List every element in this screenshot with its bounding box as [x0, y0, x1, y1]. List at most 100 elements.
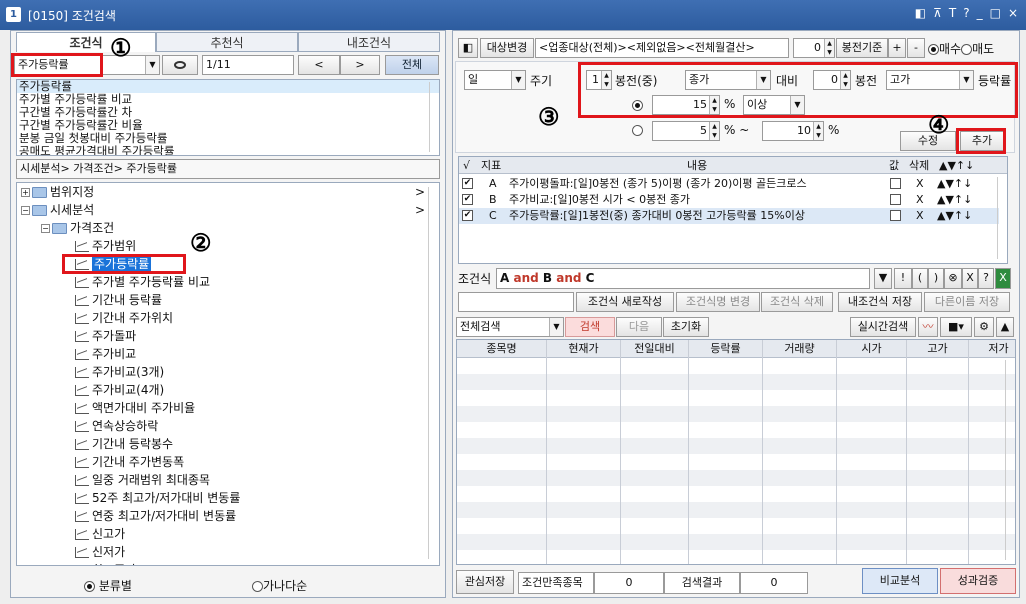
delete-formula-button[interactable]: 조건식 삭제 — [761, 292, 833, 312]
bong-base-stepper[interactable]: 0 ▲ ▼ — [793, 38, 835, 58]
search-button[interactable] — [162, 55, 198, 75]
row-delete[interactable]: X — [916, 192, 924, 208]
radio-icon[interactable] — [961, 44, 973, 55]
results-scrollbar[interactable] — [1005, 360, 1013, 560]
column-header[interactable]: 거래량 — [763, 340, 837, 358]
formula-row[interactable]: ✔ A 주가이평돌파:[일]0봉전 (종가 5)이평 (종가 20)이평 골든크로스… — [459, 176, 999, 192]
tree-item[interactable]: 주가돌파 — [75, 328, 136, 345]
radio-icon[interactable] — [928, 44, 939, 55]
row-order-controls[interactable]: ▲▼↑↓ — [937, 192, 972, 208]
radio-icon[interactable] — [632, 124, 643, 136]
tree-item[interactable]: 최고종가 — [75, 562, 136, 565]
tree-item[interactable]: 주가비교 — [75, 346, 136, 363]
save-my-formula-button[interactable]: 내조건식 저장 — [838, 292, 922, 312]
verify-button[interactable]: 성과검증 — [940, 568, 1016, 594]
help-icon[interactable]: ? — [963, 6, 969, 20]
new-formula-button[interactable]: 조건식 새로작성 — [576, 292, 674, 312]
target-icon[interactable]: ◧ — [458, 38, 478, 58]
column-header[interactable]: 현재가 — [547, 340, 621, 358]
row-delete[interactable]: X — [916, 208, 924, 224]
tree-item[interactable]: 일중 거래범위 최대종목 — [75, 472, 210, 489]
value-checkbox[interactable] — [890, 194, 901, 205]
expr-help-button[interactable]: ? — [978, 268, 994, 289]
column-header[interactable]: 시가 — [837, 340, 907, 358]
collapse-icon[interactable]: ▲ — [996, 317, 1014, 337]
row-checkbox[interactable]: ✔ — [462, 210, 473, 221]
sort-by-alpha[interactable]: 가나다순 — [252, 577, 307, 594]
compare-button[interactable]: 비교분석 — [862, 568, 938, 594]
spin-icon[interactable]: ▲ ▼ — [709, 122, 719, 140]
pin-icon[interactable]: ⊼ — [933, 6, 942, 20]
list-scrollbar[interactable] — [429, 82, 437, 152]
realtime-search-button[interactable]: 실시간검색 — [850, 317, 916, 337]
expr-xor-button[interactable]: ⊗ — [944, 268, 962, 289]
plus-button[interactable]: + — [888, 38, 906, 58]
formula-scrollbar[interactable] — [997, 177, 1005, 259]
minus-button[interactable]: - — [907, 38, 925, 58]
row-checkbox[interactable]: ✔ — [462, 194, 473, 205]
tree-item[interactable]: 주가별 주가등락률 비교 — [75, 274, 210, 291]
list-item[interactable]: 공매도 평균가격대비 주가등락률 — [17, 145, 439, 156]
tree-item[interactable]: 신고가 — [75, 526, 125, 543]
font-icon[interactable]: T — [949, 6, 956, 20]
pct2b-stepper[interactable]: 10 ▲ ▼ — [762, 121, 824, 141]
expression-input[interactable]: A and B and C — [496, 268, 870, 289]
tree-item[interactable]: 기간내 등락봉수 — [75, 436, 173, 453]
save-as-button[interactable]: 다른이름 저장 — [924, 292, 1010, 312]
radio-icon[interactable] — [84, 581, 95, 592]
tree-item[interactable]: 액면가대비 주가비율 — [75, 400, 195, 417]
tree-item[interactable]: 기간내 등락률 — [75, 292, 162, 309]
tab-recommend[interactable]: 추천식 — [156, 32, 298, 52]
tree-item[interactable]: 52주 최고가/저가대비 변동률 — [75, 490, 240, 507]
period-select[interactable]: 일 ▼ — [464, 70, 526, 90]
search-scope-select[interactable]: 전체검색 ▼ — [456, 317, 564, 337]
gear-icon[interactable]: ⚙ — [974, 317, 994, 337]
search-next-button[interactable]: 다음 — [616, 317, 662, 337]
maximize-icon[interactable]: □ — [990, 6, 1001, 20]
value-checkbox[interactable] — [890, 178, 901, 189]
option-radio-2[interactable] — [632, 123, 643, 136]
expr-open-paren-button[interactable]: ( — [912, 268, 928, 289]
target-change-button[interactable]: 대상변경 — [480, 38, 534, 58]
chevron-right-icon[interactable]: > — [415, 202, 425, 219]
tree-item[interactable]: 주가범위 — [75, 238, 136, 255]
search-run-button[interactable]: 검색 — [565, 317, 615, 337]
all-button[interactable]: 전체 — [385, 55, 439, 75]
row-order-controls[interactable]: ▲▼↑↓ — [937, 176, 972, 192]
tab-my-condition[interactable]: 내조건식 — [298, 32, 440, 52]
tree-node-range[interactable]: + 범위지정 — [21, 184, 94, 201]
excel-icon[interactable]: X — [995, 268, 1011, 289]
prev-button[interactable]: < — [298, 55, 340, 75]
buy-sell-toggle[interactable]: 매수 매도 — [928, 40, 994, 57]
menu-dropdown-icon[interactable]: ■▾ — [940, 317, 972, 337]
tree-item[interactable]: 기간내 주가위치 — [75, 310, 173, 327]
close-icon[interactable]: × — [1008, 6, 1018, 20]
spin-icon[interactable]: ▲ ▼ — [824, 39, 834, 57]
next-button[interactable]: > — [340, 55, 380, 75]
spin-icon[interactable]: ▲ ▼ — [813, 122, 823, 140]
tree-scrollbar[interactable] — [428, 187, 436, 559]
save-watch-button[interactable]: 관심저장 — [456, 570, 514, 594]
tree-item[interactable]: 연속상승하락 — [75, 418, 158, 435]
chevron-down-icon[interactable]: ▼ — [145, 56, 159, 74]
tree-item[interactable]: 주가비교(4개) — [75, 382, 164, 399]
row-delete[interactable]: X — [916, 176, 924, 192]
minimize-icon[interactable]: _ — [977, 6, 983, 20]
tree-item[interactable]: 기간내 주가변동폭 — [75, 454, 184, 471]
column-header[interactable]: 전일대비 — [621, 340, 689, 358]
tree-node-price-analysis[interactable]: − 시세분석 — [21, 202, 94, 219]
value-checkbox[interactable] — [890, 210, 901, 221]
radio-icon[interactable] — [252, 581, 263, 592]
formula-name-input[interactable] — [458, 292, 574, 312]
column-header[interactable]: 저가 — [969, 340, 1015, 358]
chevron-down-icon[interactable]: ▼ — [549, 318, 563, 336]
row-order-controls[interactable]: ▲▼↑↓ — [937, 208, 972, 224]
column-header[interactable]: 고가 — [907, 340, 969, 358]
column-header[interactable]: 등락률 — [689, 340, 763, 358]
expr-not-button[interactable]: ! — [894, 268, 912, 289]
tree-item[interactable]: 신저가 — [75, 544, 125, 561]
column-header[interactable]: 종목명 — [457, 340, 547, 358]
formula-row[interactable]: ✔ B 주가비교:[일]0봉전 시가 < 0봉전 종가 X ▲▼↑↓ — [459, 192, 999, 208]
tab-condition[interactable]: 조건식 — [16, 32, 156, 52]
search-reset-button[interactable]: 초기화 — [663, 317, 709, 337]
